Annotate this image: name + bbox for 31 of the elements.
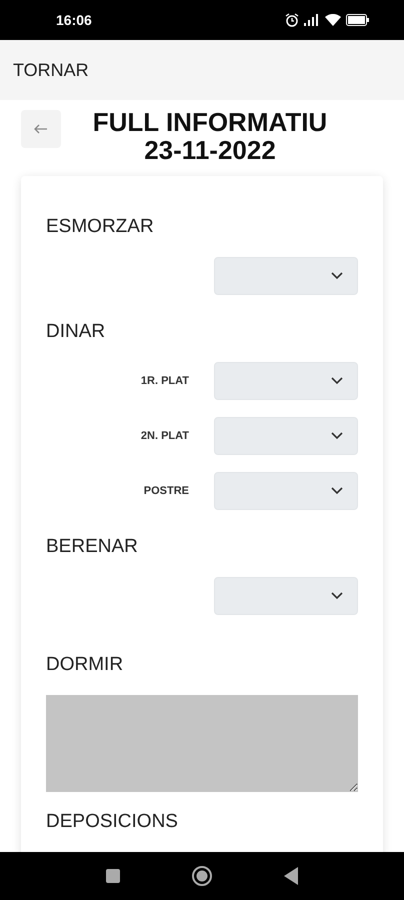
chevron-down-icon bbox=[331, 592, 343, 600]
recent-apps-icon[interactable] bbox=[106, 869, 120, 883]
back-arrow-icon bbox=[34, 124, 48, 134]
chevron-down-icon bbox=[331, 487, 343, 495]
chevron-down-icon bbox=[331, 377, 343, 385]
dropdown-select[interactable] bbox=[214, 417, 358, 455]
field-label: 1R. PLAT bbox=[140, 375, 189, 387]
signal-icon bbox=[304, 14, 320, 26]
back-link[interactable]: TORNAR bbox=[13, 60, 89, 80]
dropdown-select[interactable] bbox=[214, 472, 358, 510]
dropdown-select[interactable] bbox=[214, 362, 358, 400]
section-heading: DORMIR bbox=[46, 653, 124, 677]
dropdown-select[interactable] bbox=[214, 257, 358, 295]
chevron-down-icon bbox=[331, 432, 343, 440]
section-heading: BERENAR bbox=[46, 535, 139, 559]
page-title: FULL INFORMATIU 23-11-2022 bbox=[92, 108, 328, 164]
alarm-icon bbox=[285, 13, 299, 27]
section-heading: DEPOSICIONS bbox=[46, 810, 179, 834]
status-time: 16:06 bbox=[56, 12, 92, 28]
chevron-down-icon bbox=[331, 272, 343, 280]
field-label: POSTRE bbox=[142, 485, 189, 497]
home-icon[interactable] bbox=[190, 865, 213, 887]
section-heading: ESMORZAR bbox=[46, 215, 155, 239]
dropdown-select[interactable] bbox=[214, 577, 358, 615]
wifi-icon bbox=[325, 14, 341, 26]
back-button[interactable] bbox=[21, 110, 61, 148]
text-area[interactable] bbox=[46, 695, 358, 792]
battery-icon bbox=[346, 14, 370, 26]
section-heading: DINAR bbox=[46, 320, 106, 344]
field-label: 2N. PLAT bbox=[140, 430, 189, 442]
back-icon[interactable] bbox=[284, 867, 298, 885]
